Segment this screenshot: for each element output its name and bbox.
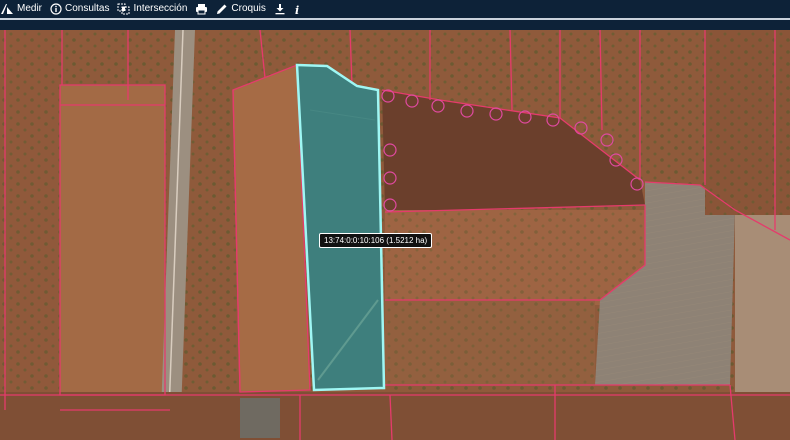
parcel-label: 13:74:0:0:10:106 (1.5212 ha) xyxy=(319,233,433,248)
tool-consultas-label: Consultas xyxy=(65,3,110,14)
italic-info-icon: i xyxy=(295,4,299,15)
tool-print[interactable] xyxy=(195,3,208,15)
tool-about[interactable]: i xyxy=(294,3,302,15)
svg-text:i: i xyxy=(295,4,299,15)
tool-croquis[interactable]: Croquis xyxy=(216,3,266,15)
download-icon xyxy=(275,4,285,15)
tool-download[interactable] xyxy=(274,3,286,15)
tool-interseccion-label: Intersección xyxy=(133,3,188,14)
tool-medir[interactable]: Medir xyxy=(0,3,42,15)
tool-medir-label: Medir xyxy=(17,3,43,14)
tool-interseccion[interactable]: Intersección xyxy=(117,3,187,15)
tool-consultas[interactable]: Consultas xyxy=(50,3,109,15)
intersection-icon xyxy=(117,3,130,15)
map-top-gap xyxy=(0,20,790,30)
pencil-icon xyxy=(217,4,227,14)
info-icon xyxy=(50,3,62,15)
tool-croquis-label: Croquis xyxy=(231,3,266,14)
map-toolbar: Medir Consultas Intersección Croquis i xyxy=(0,0,790,18)
ruler-icon xyxy=(1,4,13,14)
printer-icon xyxy=(196,4,208,15)
